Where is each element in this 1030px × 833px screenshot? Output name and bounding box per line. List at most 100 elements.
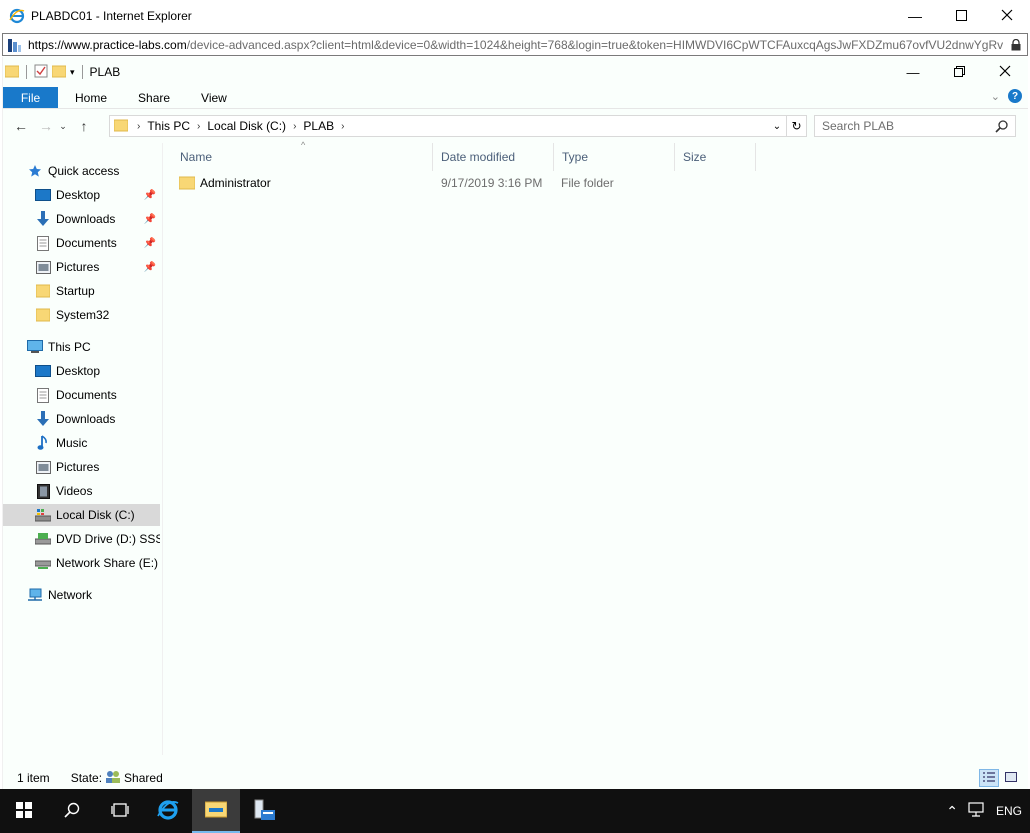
refresh-icon[interactable]: ↻ — [786, 116, 806, 136]
breadcrumb[interactable]: › This PC › Local Disk (C:) › PLAB › ⌄ ↻ — [109, 115, 807, 137]
lock-icon[interactable] — [1009, 38, 1023, 51]
taskbar-file-explorer[interactable] — [192, 789, 240, 833]
tab-view[interactable]: View — [183, 87, 240, 108]
qat-dropdown-icon[interactable]: ▾ — [70, 67, 75, 78]
browser-window-controls: — — [892, 0, 1030, 32]
chevron-right-icon[interactable]: › — [134, 121, 143, 132]
nav-label: Startup — [56, 284, 95, 298]
nav-quick-access[interactable]: Quick access — [27, 160, 184, 182]
recent-locations-button[interactable]: ⌄ — [57, 115, 69, 137]
close-icon — [999, 65, 1011, 80]
maximize-button[interactable] — [938, 0, 984, 32]
details-view-button[interactable] — [979, 769, 999, 787]
pin-icon[interactable]: 📌 — [144, 190, 156, 201]
taskbar: ⌃ ENG — [0, 789, 1030, 833]
minimize-icon: — — [908, 8, 922, 24]
nav-quick-desktop[interactable]: Desktop 📌 — [35, 184, 160, 206]
view-switcher — [979, 769, 1021, 787]
nav-quick-documents[interactable]: Documents 📌 — [35, 232, 160, 254]
url-path: /device-advanced.aspx?client=html&device… — [186, 37, 1004, 52]
star-icon — [27, 163, 43, 179]
nav-pc-downloads[interactable]: Downloads — [35, 408, 160, 430]
chevron-right-icon[interactable]: › — [338, 121, 347, 132]
qat-separator — [81, 65, 83, 79]
nav-network[interactable]: Network — [27, 584, 184, 606]
nav-pc-network-share[interactable]: Network Share (E:) — [35, 552, 160, 574]
explorer-titlebar: ▾ PLAB — — [3, 57, 1028, 87]
pin-icon[interactable]: 📌 — [144, 238, 156, 249]
column-header-type[interactable]: Type — [555, 143, 675, 171]
file-type: File folder — [561, 176, 614, 190]
nav-label: System32 — [56, 308, 110, 322]
start-button[interactable] — [0, 789, 48, 833]
search-placeholder: Search PLAB — [822, 119, 895, 133]
column-header-date-modified[interactable]: Date modified — [434, 143, 554, 171]
close-button[interactable] — [984, 0, 1030, 32]
large-icons-view-button[interactable] — [1001, 769, 1021, 787]
breadcrumb-plab[interactable]: PLAB — [299, 119, 338, 133]
table-row[interactable]: Administrator — [179, 173, 271, 193]
search-icon[interactable] — [995, 119, 1009, 136]
nav-quick-startup[interactable]: Startup — [35, 280, 160, 302]
properties-icon[interactable] — [34, 64, 48, 81]
search-input[interactable]: Search PLAB — [814, 115, 1016, 137]
chevron-right-icon[interactable]: › — [194, 121, 203, 132]
document-icon — [35, 235, 51, 251]
input-language[interactable]: ENG — [996, 804, 1022, 818]
nav-quick-pictures[interactable]: Pictures 📌 — [35, 256, 160, 278]
explorer-restore-button[interactable] — [936, 57, 982, 87]
chevron-right-icon[interactable]: › — [290, 121, 299, 132]
document-icon — [35, 387, 51, 403]
browser-title: PLABDC01 - Internet Explorer — [31, 9, 192, 23]
nav-pc-pictures[interactable]: Pictures — [35, 456, 160, 478]
address-dropdown-icon[interactable]: ⌄ — [768, 121, 786, 132]
nav-pc-videos[interactable]: Videos — [35, 480, 160, 502]
nav-label: Network Share (E:) — [56, 556, 159, 570]
back-button[interactable]: ← — [10, 115, 32, 137]
network-status-icon[interactable] — [968, 801, 986, 821]
forward-arrow-icon: → — [39, 118, 53, 134]
expand-ribbon-icon[interactable]: ⌄ — [991, 90, 1000, 103]
nav-pc-dvd-drive[interactable]: DVD Drive (D:) SSS_X — [35, 528, 160, 550]
pin-icon[interactable]: 📌 — [144, 262, 156, 273]
tab-share[interactable]: Share — [120, 87, 183, 108]
close-icon — [1001, 8, 1013, 24]
quick-access-toolbar: ▾ — [4, 64, 86, 81]
nav-pc-desktop[interactable]: Desktop — [35, 360, 160, 382]
nav-pc-music[interactable]: Music — [35, 432, 160, 454]
minimize-button[interactable]: — — [892, 0, 938, 32]
nav-label: Network — [48, 588, 93, 602]
breadcrumb-local-disk[interactable]: Local Disk (C:) — [203, 119, 290, 133]
explorer-minimize-button[interactable]: — — [890, 57, 936, 87]
nav-pc-documents[interactable]: Documents — [35, 384, 160, 406]
ie-titlebar: PLABDC01 - Internet Explorer — — [0, 0, 1030, 32]
task-view-button[interactable] — [96, 789, 144, 833]
column-header-size[interactable]: Size — [676, 143, 756, 171]
url-host: https://www.practice-labs.com — [28, 37, 187, 52]
address-bar[interactable]: https://www.practice-labs.com/device-adv… — [2, 33, 1028, 56]
new-folder-icon[interactable] — [51, 64, 67, 81]
share-state: State: Shared — [71, 770, 163, 787]
hard-drive-icon — [35, 507, 51, 523]
explorer-close-button[interactable] — [982, 57, 1028, 87]
nav-pc-local-disk[interactable]: Local Disk (C:) — [3, 504, 160, 526]
nav-quick-downloads[interactable]: Downloads 📌 — [35, 208, 160, 230]
nav-label: DVD Drive (D:) SSS_X — [56, 532, 160, 546]
nav-quick-system32[interactable]: System32 — [35, 304, 160, 326]
tab-file[interactable]: File — [3, 87, 58, 108]
nav-this-pc[interactable]: This PC — [27, 336, 184, 358]
breadcrumb-this-pc[interactable]: This PC — [143, 119, 194, 133]
chevron-up-icon[interactable]: ⌃ — [946, 803, 958, 820]
navigation-bar: ← → ⌄ ↑ › This PC › Local Disk (C:) › PL… — [3, 109, 1028, 143]
taskbar-search-button[interactable] — [48, 789, 96, 833]
forward-button[interactable]: → — [35, 115, 57, 137]
address-url[interactable]: https://www.practice-labs.com/device-adv… — [28, 38, 1009, 52]
taskbar-internet-explorer[interactable] — [144, 789, 192, 833]
column-header-name[interactable]: Name — [163, 143, 433, 171]
tab-home[interactable]: Home — [58, 87, 120, 108]
pictures-icon — [35, 259, 51, 275]
pin-icon[interactable]: 📌 — [144, 214, 156, 225]
help-icon[interactable]: ? — [1008, 89, 1022, 103]
up-button[interactable]: ↑ — [73, 115, 95, 137]
taskbar-server-manager[interactable] — [240, 789, 288, 833]
